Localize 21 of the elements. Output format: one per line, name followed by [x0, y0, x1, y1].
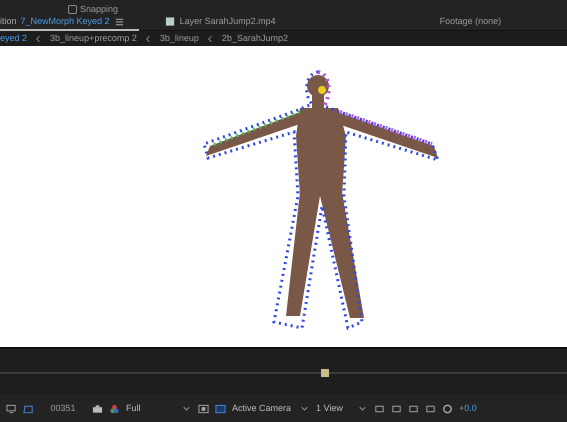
breadcrumb-item[interactable]: 3b_lineup [160, 32, 199, 46]
breadcrumb-item[interactable]: 3b_lineup+precomp 2 [50, 32, 137, 46]
menu-icon[interactable] [114, 16, 125, 26]
resolution-dropdown[interactable]: Full [126, 402, 192, 416]
breadcrumb-item[interactable]: eyed 2 [0, 32, 28, 46]
camera-dropdown[interactable]: Active Camera [232, 402, 310, 416]
layer-icon [164, 16, 176, 26]
exposure-value[interactable]: +0.0 [459, 402, 477, 416]
timecode-field[interactable]: 00351 [46, 402, 80, 416]
mask-icon[interactable] [23, 404, 34, 414]
camera-icon[interactable] [92, 404, 104, 414]
snapping-label: Snapping [80, 4, 118, 14]
layer-tab[interactable]: Layer SarahJump2.mp4 [138, 14, 290, 31]
monitor-icon[interactable] [6, 404, 17, 414]
view-layout-dropdown[interactable]: 1 View [316, 402, 368, 416]
breadcrumb-item[interactable]: 2b_SarahJump2 [222, 32, 288, 46]
footage-tab[interactable]: Footage (none) [290, 14, 516, 31]
region-icon[interactable] [198, 404, 210, 414]
transparency-grid-icon[interactable] [215, 404, 226, 414]
color-channels-icon[interactable] [109, 404, 120, 414]
keyframe-marker[interactable] [321, 369, 329, 377]
